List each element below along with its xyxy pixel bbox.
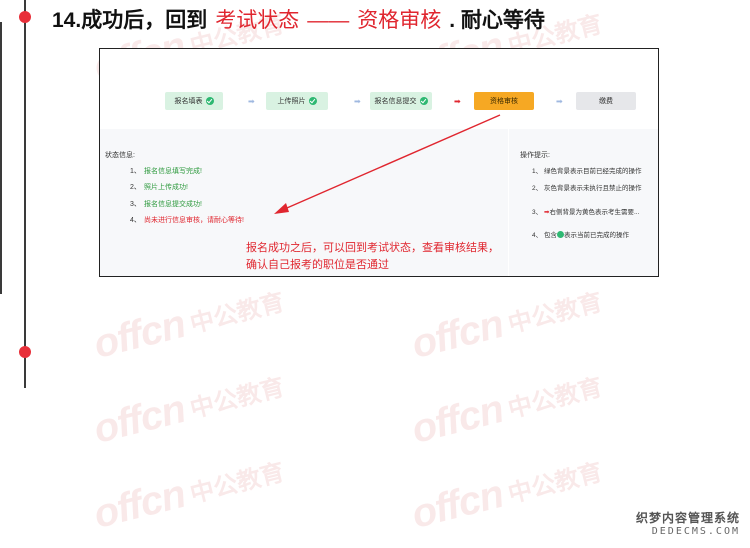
pointer-line [279,114,501,212]
watermark: offcn中公教育 [407,457,606,537]
title-highlight-review: 资格审核 [357,9,442,32]
watermark: offcn中公教育 [89,287,288,367]
page-title: 14.成功后，回到 考试状态 —— 资格审核 . 耐心等待 [52,4,545,34]
timeline-dot [19,11,31,23]
timeline-rail [24,0,26,388]
watermark: offcn中公教育 [407,372,606,452]
watermark: offcn中公教育 [89,457,288,537]
registration-status-screenshot: 报名填表 ➡ 上传照片 ➡ 报名信息提交 ➡ 资格审核 ➡ 缴费 状态信息: 1… [99,48,659,277]
timeline-dot [19,346,31,358]
title-dash: —— [307,9,350,32]
pointer-arrowhead [274,203,289,214]
title-highlight-status: 考试状态 [215,9,300,32]
left-edge-line [0,22,2,294]
watermark: offcn中公教育 [89,372,288,452]
corner-brand: 织梦内容管理系统 DEDECMS.COM [635,511,740,537]
title-prefix: 14.成功后，回到 [52,9,208,32]
title-suffix: . 耐心等待 [449,9,545,32]
watermark: offcn中公教育 [407,287,606,367]
annotation-note: 报名成功之后，可以回到考试状态，查看审核结果， 确认自己报考的职位是否通过 [246,241,499,271]
